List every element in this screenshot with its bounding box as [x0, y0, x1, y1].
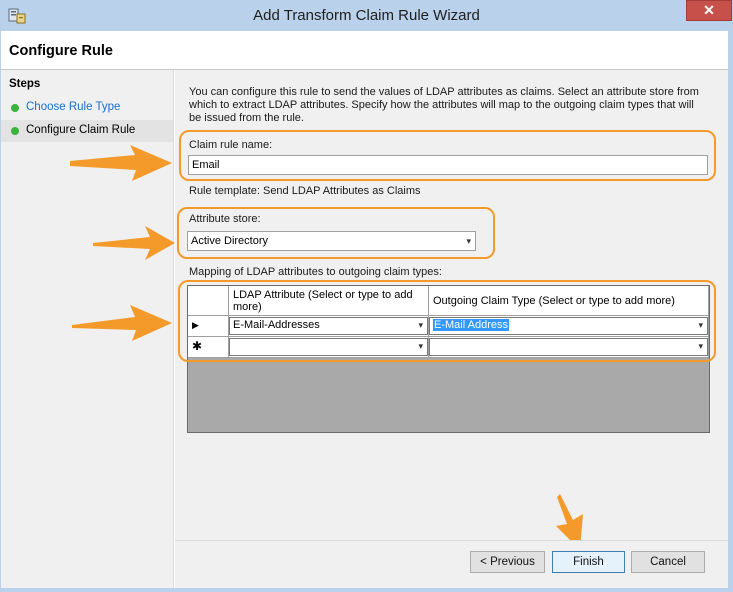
arrow-icon	[93, 226, 175, 260]
window-border-right	[728, 31, 733, 592]
previous-button[interactable]: < Previous	[470, 551, 545, 573]
annotation-arrows	[70, 145, 583, 550]
arrow-icon	[72, 305, 172, 341]
cancel-button[interactable]: Cancel	[631, 551, 705, 573]
arrow-icon	[70, 145, 172, 181]
window-border-bottom	[0, 588, 733, 592]
finish-button[interactable]: Finish	[552, 551, 625, 573]
footer-bar: < Previous Finish Cancel	[175, 540, 728, 591]
window-border-left	[0, 31, 1, 592]
